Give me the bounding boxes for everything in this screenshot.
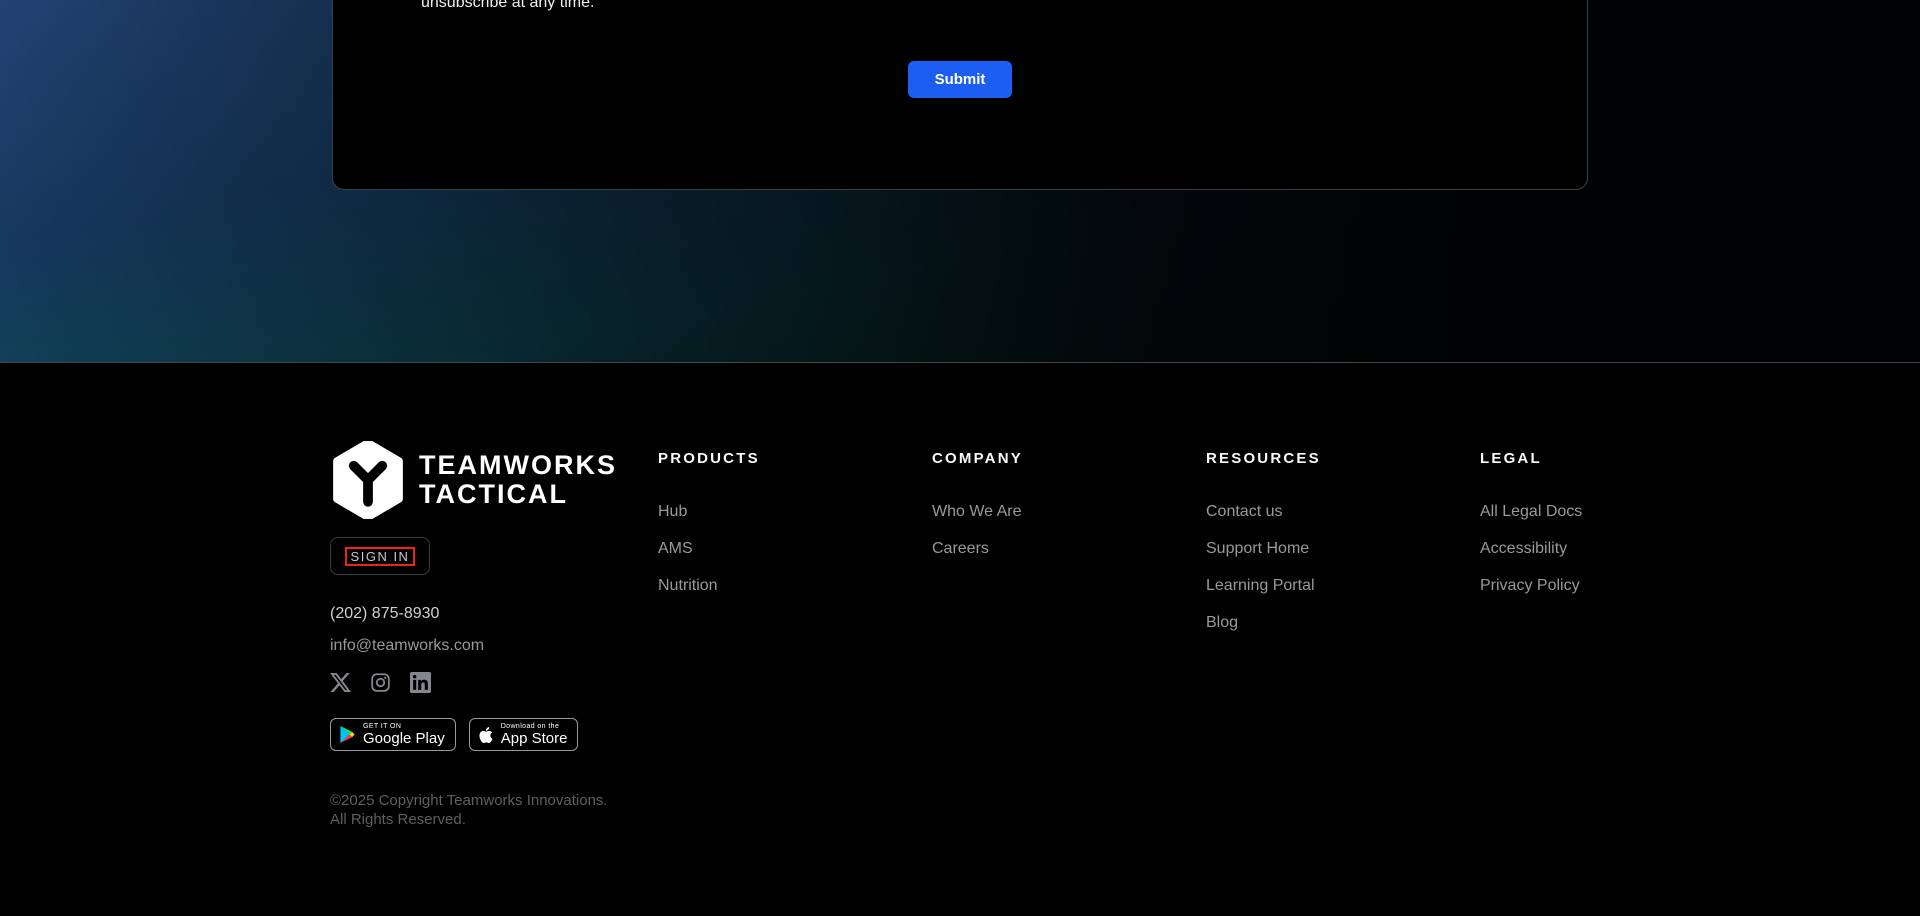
linkedin-icon[interactable] xyxy=(410,672,431,693)
list-item: Careers xyxy=(932,540,1023,557)
list-item: All Legal Docs xyxy=(1480,503,1582,520)
instagram-icon[interactable] xyxy=(370,672,391,693)
submit-button[interactable]: Submit xyxy=(908,61,1012,98)
phone-link[interactable]: (202) 875-8930 xyxy=(330,605,439,623)
list-item: Privacy Policy xyxy=(1480,577,1582,594)
apple-icon xyxy=(478,726,494,744)
column-heading: LEGAL xyxy=(1480,451,1582,467)
logo-line-2: TACTICAL xyxy=(419,480,617,509)
footer-link-blog[interactable]: Blog xyxy=(1206,614,1238,631)
footer-container: TEAMWORKS TACTICAL SIGN IN (202) 875-893… xyxy=(330,363,1590,916)
store-badges: GET IT ON Google Play Download on the Ap… xyxy=(330,718,578,751)
list-item: Hub xyxy=(658,503,760,520)
footer-link-privacy-policy[interactable]: Privacy Policy xyxy=(1480,577,1580,594)
footer-link-ams[interactable]: AMS xyxy=(658,540,693,557)
footer-link-learning-portal[interactable]: Learning Portal xyxy=(1206,577,1315,594)
x-twitter-icon[interactable] xyxy=(330,672,351,693)
footer-column-company: COMPANY Who We Are Careers xyxy=(932,451,1023,577)
footer-link-nutrition[interactable]: Nutrition xyxy=(658,577,718,594)
list-item: Blog xyxy=(1206,614,1321,631)
footer-link-contact-us[interactable]: Contact us xyxy=(1206,503,1282,520)
list-item: Support Home xyxy=(1206,540,1321,557)
copyright: ©2025 Copyright Teamworks Innovations. A… xyxy=(330,791,608,829)
hexagon-y-logo-icon xyxy=(330,441,406,519)
list-item: Accessibility xyxy=(1480,540,1582,557)
logo-line-1: TEAMWORKS xyxy=(419,451,617,480)
list-item: AMS xyxy=(658,540,760,557)
social-links xyxy=(330,672,431,693)
copyright-line-1: ©2025 Copyright Teamworks Innovations. xyxy=(330,791,608,810)
site-footer: TEAMWORKS TACTICAL SIGN IN (202) 875-893… xyxy=(0,362,1920,916)
newsletter-card: unsubscribe at any time. Submit xyxy=(332,0,1588,190)
footer-link-careers[interactable]: Careers xyxy=(932,540,989,557)
footer-link-hub[interactable]: Hub xyxy=(658,503,687,520)
footer-column-legal: LEGAL All Legal Docs Accessibility Priva… xyxy=(1480,451,1582,614)
footer-column-resources: RESOURCES Contact us Support Home Learni… xyxy=(1206,451,1321,651)
list-item: Nutrition xyxy=(658,577,760,594)
footer-link-support-home[interactable]: Support Home xyxy=(1206,540,1309,557)
sign-in-button[interactable]: SIGN IN xyxy=(330,537,430,575)
email-link[interactable]: info@teamworks.com xyxy=(330,637,484,655)
sign-in-label: SIGN IN xyxy=(351,549,410,564)
app-store-badge[interactable]: Download on the App Store xyxy=(469,718,579,751)
footer-link-who-we-are[interactable]: Who We Are xyxy=(932,503,1022,520)
footer-column-products: PRODUCTS Hub AMS Nutrition xyxy=(658,451,760,614)
list-item: Who We Are xyxy=(932,503,1023,520)
teamworks-logo[interactable]: TEAMWORKS TACTICAL xyxy=(330,441,617,519)
column-heading: RESOURCES xyxy=(1206,451,1321,467)
column-heading: COMPANY xyxy=(932,451,1023,467)
footer-link-all-legal-docs[interactable]: All Legal Docs xyxy=(1480,503,1582,520)
app-store-name: App Store xyxy=(501,731,568,747)
copyright-line-2: All Rights Reserved. xyxy=(330,810,608,829)
list-item: Learning Portal xyxy=(1206,577,1321,594)
unsubscribe-note: unsubscribe at any time. xyxy=(421,0,594,12)
google-play-icon xyxy=(339,725,356,744)
annotation-highlight: SIGN IN xyxy=(345,547,416,566)
list-item: Contact us xyxy=(1206,503,1321,520)
footer-link-accessibility[interactable]: Accessibility xyxy=(1480,540,1567,557)
hero-gradient-section: unsubscribe at any time. Submit xyxy=(0,0,1920,363)
logo-wordmark: TEAMWORKS TACTICAL xyxy=(419,451,617,509)
column-heading: PRODUCTS xyxy=(658,451,760,467)
google-play-badge[interactable]: GET IT ON Google Play xyxy=(330,718,456,751)
google-play-name: Google Play xyxy=(363,731,445,747)
